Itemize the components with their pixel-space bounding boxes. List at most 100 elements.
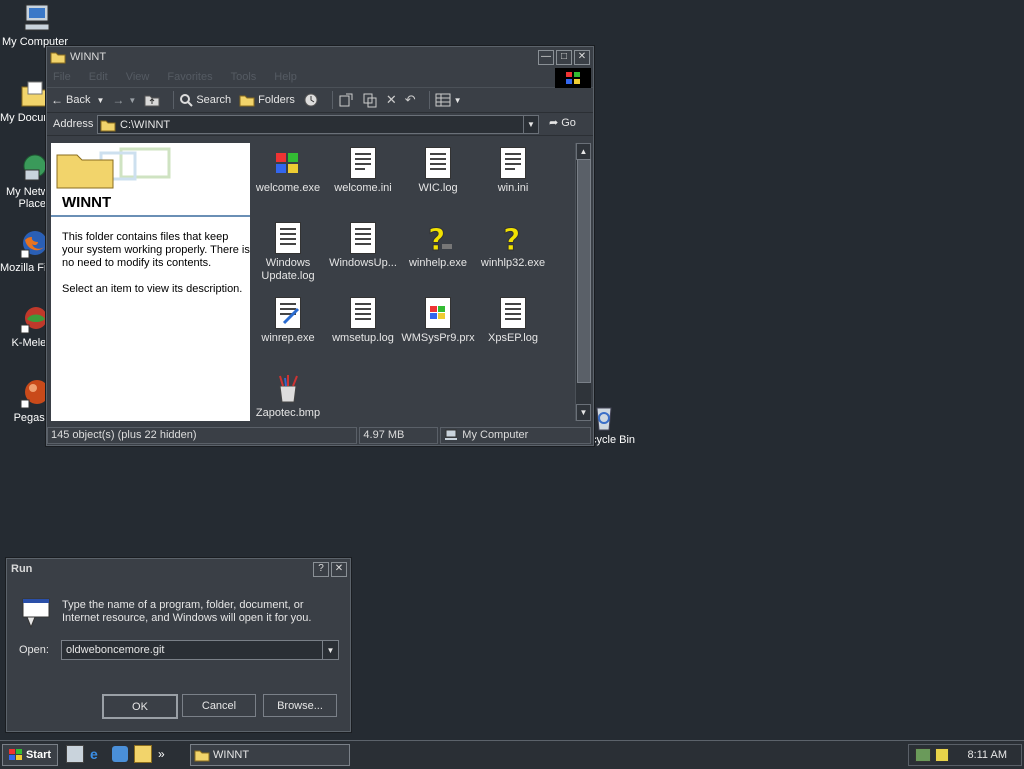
status-bar: 145 object(s) (plus 22 hidden) 4.97 MB M… [47,425,593,445]
menu-file[interactable]: File [53,71,71,83]
taskbar: Start e » WINNT 8:11 AM [0,740,1024,769]
network-tray-icon[interactable] [915,748,931,762]
text-file-icon [422,147,454,179]
close-button[interactable]: ✕ [574,49,590,65]
browse-button[interactable]: Browse... [263,694,337,717]
address-label: Address [53,118,94,130]
folder-icon [100,120,116,131]
status-location-text: My Computer [462,429,529,441]
file-item[interactable]: WindowsUp... [326,222,400,270]
maximize-button[interactable]: □ [556,49,572,65]
forward-arrow-icon: → [112,93,125,107]
go-label: Go [561,116,576,129]
open-dropdown-button[interactable]: ▼ [322,641,338,659]
windows-logo-icon [8,749,22,760]
help-icon: ? [422,222,454,259]
explorer-titlebar[interactable]: WINNT — □ ✕ [47,47,593,67]
forward-button[interactable]: → ▼ [112,93,136,107]
scroll-up-button[interactable]: ▲ [576,143,591,160]
menu-edit[interactable]: Edit [89,71,108,83]
file-label: wmsetup.log [332,332,394,344]
ok-button[interactable]: OK [102,694,178,719]
file-item[interactable]: Windows Update.log [251,222,325,283]
internet-explorer-icon[interactable]: e [90,746,106,762]
file-item[interactable]: XpsEP.log [476,297,550,345]
start-button[interactable]: Start [2,744,58,766]
open-input[interactable]: oldweboncemore.git ▼ [61,640,339,660]
up-folder-icon [144,95,160,107]
minimize-button[interactable]: — [538,49,554,65]
move-to-icon [339,93,353,107]
media-file-icon [422,297,454,329]
file-item[interactable]: win.ini [476,147,550,195]
undo-button[interactable]: ↶ [405,92,416,108]
run-program-icon [21,597,53,629]
vertical-scrollbar[interactable]: ▲ ▼ [575,143,591,421]
delete-button[interactable]: ✕ [386,92,397,108]
file-label: Windows Update.log [261,257,315,282]
menu-favorites[interactable]: Favorites [167,71,212,83]
search-button[interactable]: Search [179,93,231,107]
file-item[interactable]: WIC.log [401,147,475,195]
folder-info-title: WINNT [62,194,112,211]
svg-text:?: ? [428,223,445,254]
history-icon [304,93,318,107]
file-item[interactable]: welcome.ini [326,147,400,195]
copy-to-button[interactable] [362,92,378,108]
up-folder-button[interactable] [144,93,160,107]
outlook-express-icon[interactable] [112,746,128,762]
scroll-thumb[interactable] [577,159,591,383]
file-item[interactable]: Zapotec.bmp [251,372,325,420]
run-close-button[interactable]: ✕ [331,561,347,577]
file-item[interactable]: welcome.exe [251,147,325,195]
overflow-chevron-icon[interactable]: » [158,747,165,761]
search-icon [180,94,194,107]
help-button[interactable]: ? [313,561,329,577]
explorer-window[interactable]: WINNT — □ ✕ File Edit View Favorites Too… [46,46,594,446]
delete-icon: ✕ [385,92,397,107]
quick-launch: e » [66,745,165,763]
desktop-icon-my-computer[interactable]: My Computer [2,2,72,48]
toolbar-separator [428,91,430,109]
menu-view[interactable]: View [126,71,150,83]
chevron-down-icon: ▼ [96,95,105,105]
file-item[interactable]: ? winhelp.exe [401,222,475,270]
run-description: Type the name of a program, folder, docu… [62,599,312,624]
go-button[interactable]: ➦ Go [549,116,576,130]
menu-bar: File Edit View Favorites Tools Help [47,67,593,88]
folders-button[interactable]: Folders [239,93,295,107]
run-titlebar[interactable]: Run ? ✕ [7,559,350,579]
file-item[interactable]: WMSysPr9.prx [401,297,475,345]
run-dialog[interactable]: Run ? ✕ Type the name of a program, fold… [6,558,351,732]
file-item[interactable]: ? winhlp32.exe [476,222,550,270]
cancel-label: Cancel [201,699,237,712]
system-tray: 8:11 AM [908,744,1022,766]
file-item[interactable]: wmsetup.log [326,297,400,345]
back-button[interactable]: ← Back ▼ [51,93,104,107]
update-tray-icon[interactable] [935,748,949,762]
cancel-button[interactable]: Cancel [182,694,256,717]
file-label: WMSysPr9.prx [401,332,475,344]
views-button[interactable]: ▼ [435,93,462,107]
menu-help[interactable]: Help [274,71,297,83]
address-dropdown-button[interactable]: ▼ [523,116,538,133]
chevron-down-icon: ▼ [453,95,462,105]
scroll-down-button[interactable]: ▼ [576,404,591,421]
go-arrow-icon: ➦ [549,117,559,129]
ini-file-icon [347,147,379,179]
window-title: WINNT [70,51,107,63]
history-button[interactable] [303,92,319,108]
menu-tools[interactable]: Tools [231,71,257,83]
taskbar-button-winnt[interactable]: WINNT [190,744,350,766]
explorer-quicklaunch-icon[interactable] [134,745,152,763]
move-to-button[interactable] [338,92,354,108]
toolbar-separator [331,91,333,109]
file-label: winrep.exe [261,332,315,344]
maximize-icon: □ [560,51,568,62]
file-item[interactable]: winrep.exe [251,297,325,345]
text-file-icon [497,297,529,329]
text-file-icon [347,222,379,254]
show-desktop-icon[interactable] [66,745,84,763]
address-input[interactable]: C:\WINNT ▼ [97,115,539,134]
ini-file-icon [497,147,529,179]
